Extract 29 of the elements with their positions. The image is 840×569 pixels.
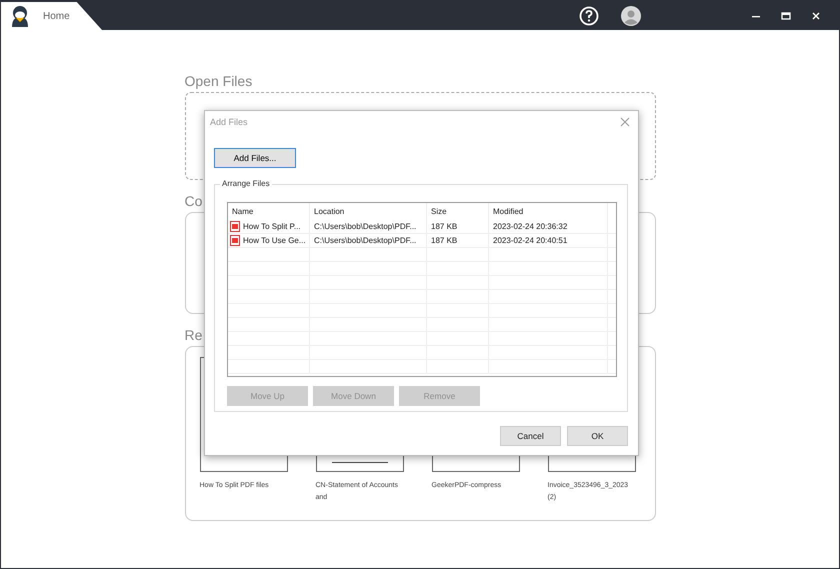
add-files-button[interactable]: Add Files... bbox=[214, 148, 296, 168]
section-heading: Re bbox=[184, 327, 202, 345]
table-cell: 187 KB bbox=[427, 234, 489, 247]
maximize-icon[interactable] bbox=[781, 10, 791, 20]
dialog-button[interactable]: OK bbox=[567, 426, 628, 446]
dialog-button[interactable]: Cancel bbox=[500, 426, 561, 446]
section-heading: Co bbox=[184, 193, 202, 211]
column-header[interactable]: Size bbox=[427, 203, 489, 220]
table-cell-text: How To Split P... bbox=[243, 221, 301, 233]
table-cell: C:\Users\bob\Desktop\PDF... bbox=[310, 220, 427, 233]
table-cell-text: How To Use Ge... bbox=[243, 235, 306, 247]
column-header[interactable]: Name bbox=[228, 203, 310, 220]
dialog-title: Add Files bbox=[210, 117, 248, 127]
column-header[interactable]: Location bbox=[310, 203, 427, 220]
table-cell: 2023-02-24 20:36:32 bbox=[489, 220, 608, 233]
pdf-file-icon bbox=[230, 235, 240, 246]
table-cell: C:\Users\bob\Desktop\PDF... bbox=[310, 234, 427, 247]
table-row[interactable]: How To Use Ge... C:\Users\bob\Desktop\PDF... 187 KB 2023-02-24 20:40:51 bbox=[228, 234, 616, 248]
table-row[interactable]: How To Split P... C:\Users\bob\Desktop\PDF... 187 KB 2023-02-24 20:36:32 bbox=[228, 220, 616, 234]
group-title: Arrange Files bbox=[220, 179, 272, 188]
home-tab[interactable]: Home bbox=[1, 2, 102, 30]
penguin-logo-icon bbox=[9, 5, 31, 27]
table-cell: 2023-02-24 20:40:51 bbox=[489, 234, 608, 247]
table-cell: 187 KB bbox=[427, 220, 489, 233]
help-icon[interactable] bbox=[579, 6, 599, 26]
pdf-file-icon bbox=[230, 221, 240, 232]
section-heading: Open Files bbox=[184, 73, 252, 91]
column-header[interactable]: Modified bbox=[489, 203, 608, 220]
user-avatar-icon[interactable] bbox=[621, 6, 641, 26]
